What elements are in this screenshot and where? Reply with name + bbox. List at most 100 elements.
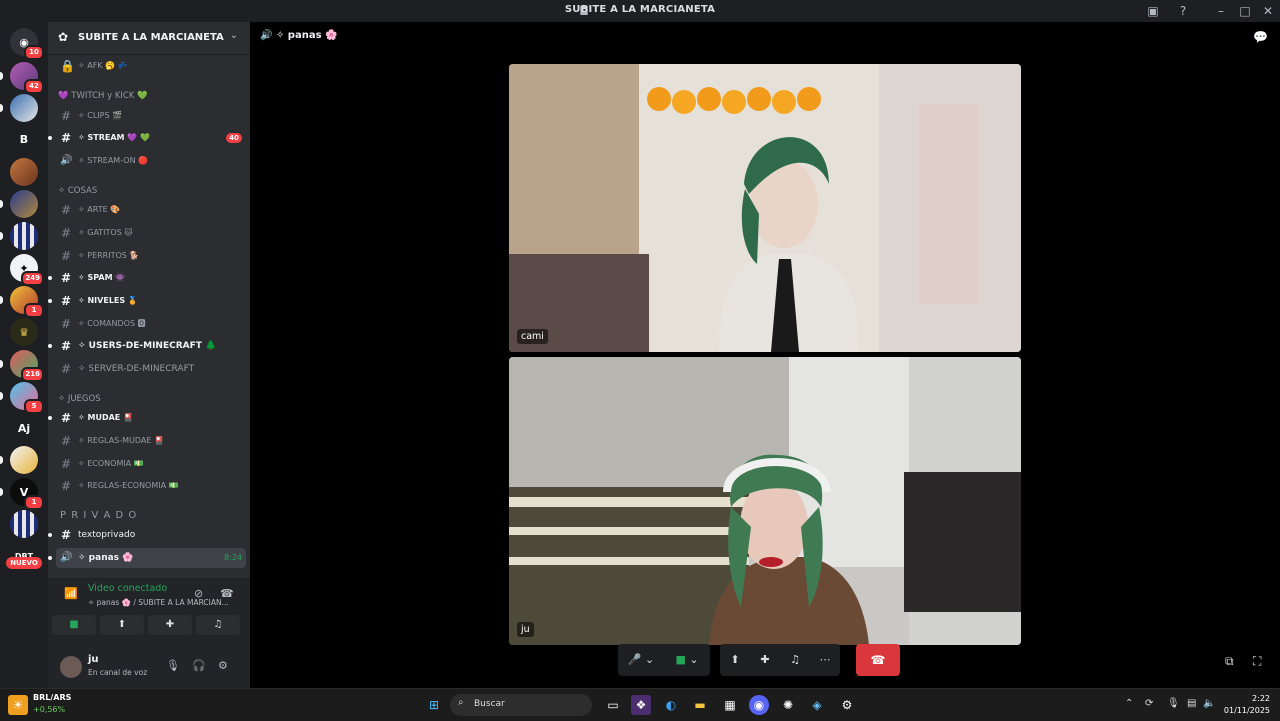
channel-label: ✧ NIVELES 🏅 <box>78 296 138 305</box>
server-rail: ◉ 10 42 B ✦ 249 1 ♛ 216 5 Aj V1 DBT <box>0 22 48 688</box>
channel-afk[interactable]: 🔒 ✧ AFK 🥱 💤 <box>56 56 246 76</box>
video-tile-cami[interactable]: cami <box>509 64 1021 352</box>
category-twitch[interactable]: 💜 TWITCH y KICK 💚 <box>58 91 148 101</box>
file-explorer-icon[interactable]: ▬ <box>690 695 710 715</box>
camera-toggle-button[interactable]: ■ ⌄ <box>664 644 710 676</box>
noise-suppression-icon[interactable]: ⊘ <box>194 587 203 600</box>
disconnect-icon[interactable]: ☎ <box>220 587 234 600</box>
server-header[interactable]: ✿ SUBITE A LA MARCIANETA ⌄ <box>48 22 250 55</box>
fullscreen-icon[interactable]: ⛶ <box>1253 654 1261 669</box>
server-icon[interactable]: ✦ 249 <box>10 254 44 286</box>
signal-icon[interactable]: 📶 <box>64 587 78 600</box>
channel-gatitos[interactable]: # ✧ GATITOS 🐱 <box>56 223 246 243</box>
channel-perritos[interactable]: # ✧ PERRITOS 🐕 <box>56 246 246 266</box>
unread-dot <box>48 344 52 348</box>
channel-spam[interactable]: # ✧ SPAM 👾 <box>48 268 246 288</box>
channel-reglas-mudae[interactable]: # ✧ REGLAS-MUDAE 🎴 <box>56 431 246 451</box>
close-button[interactable]: ✕ <box>1260 3 1276 19</box>
channel-economia[interactable]: # ✧ ECONOMIA 💵 <box>56 454 246 474</box>
unread-badge: 10 <box>24 45 44 60</box>
channel-label: ✧ REGLAS-ECONOMIA 💵 <box>78 481 179 490</box>
clock[interactable]: 2:22 01/11/2025 <box>1224 693 1270 717</box>
help-icon[interactable]: ? <box>1175 3 1191 19</box>
headphones-icon[interactable]: 🎧 <box>192 659 206 672</box>
channel-label: ✧ CLIPS 🎬 <box>78 111 123 120</box>
server-icon[interactable] <box>0 190 38 218</box>
channel-server-de-minecraft[interactable]: # ✧ SERVER-DE-MINECRAFT <box>56 359 246 379</box>
category-juegos[interactable]: ✧ JUEGOS <box>58 394 101 404</box>
soundboard-button[interactable]: ♫ <box>780 644 810 676</box>
start-icon[interactable]: ⊞ <box>424 695 444 715</box>
soundboard-button[interactable]: ♫ <box>196 615 240 635</box>
search-icon: ⌕ <box>458 697 464 708</box>
server-icon[interactable]: 1 <box>0 286 44 318</box>
maximize-button[interactable]: □ <box>1237 3 1253 19</box>
channel-stream-on[interactable]: 🔊 ✧ STREAM-ON 🔴 <box>56 151 246 171</box>
camera-button[interactable]: ■ <box>52 615 96 635</box>
unread-badge: 42 <box>24 79 44 94</box>
hash-icon: # <box>60 203 72 217</box>
server-icon[interactable]: 216 <box>0 350 44 382</box>
channel-niveles[interactable]: # ✧ NIVELES 🏅 <box>48 291 246 311</box>
server-icon[interactable] <box>0 222 38 250</box>
server-icon[interactable] <box>10 510 38 538</box>
call-timer: 8:24 <box>224 553 242 562</box>
screenshare-button[interactable]: ⬆ <box>720 644 750 676</box>
mute-button[interactable]: 🎤 ⌄ <box>618 644 664 676</box>
channel-panas[interactable]: 🔊 ✧ panas 🌸 8:24 <box>48 548 246 568</box>
microphone-icon[interactable]: 🎙 <box>1167 698 1180 709</box>
channel-users-de-minecraft[interactable]: # ✧ USERS-DE-MINECRAFT 🌲 <box>48 336 246 356</box>
chat-icon[interactable]: 💬 <box>1253 30 1268 44</box>
activities-button[interactable]: ✚ <box>148 615 192 635</box>
server-icon[interactable]: 42 <box>0 62 44 94</box>
inbox-icon[interactable]: ▣ <box>1145 3 1161 19</box>
channel-stream[interactable]: # ✧ STREAM 💜 💚 40 <box>48 128 246 148</box>
server-icon[interactable]: B <box>10 125 38 153</box>
server-icon[interactable] <box>0 94 38 122</box>
server-icon[interactable]: 5 <box>0 382 44 414</box>
direct-messages-button[interactable]: ◉ 10 <box>10 28 44 60</box>
hash-icon: # <box>60 249 72 263</box>
network-icon[interactable]: ▤ <box>1187 698 1196 709</box>
settings-icon[interactable]: ⚙ <box>218 659 228 672</box>
username: ju <box>88 654 99 665</box>
channel-label: ✧ STREAM 💜 💚 <box>78 133 150 142</box>
video-tile-ju[interactable]: ju <box>509 357 1021 645</box>
settings-icon[interactable]: ⚙ <box>837 695 857 715</box>
channel-arte[interactable]: # ✧ ARTE 🎨 <box>56 200 246 220</box>
pop-out-icon[interactable]: ⧉ <box>1225 654 1234 669</box>
hash-icon: # <box>60 528 72 542</box>
sync-icon[interactable]: ⟳ <box>1145 698 1153 709</box>
channel-mudae[interactable]: # ✧ MUDAE 🎴 <box>48 408 246 428</box>
minimize-button[interactable]: – <box>1213 3 1229 19</box>
activities-button[interactable]: ✚ <box>750 644 780 676</box>
hash-icon: # <box>60 339 72 353</box>
category-privado[interactable]: P R I V A D O <box>60 510 137 521</box>
server-icon[interactable]: V1 <box>0 478 44 510</box>
channel-label: ✧ ARTE 🎨 <box>78 205 121 214</box>
edge-icon[interactable]: ◐ <box>661 695 681 715</box>
screenshare-button[interactable]: ⬆ <box>100 615 144 635</box>
disconnect-button[interactable]: ☎ <box>856 644 900 676</box>
store-icon[interactable]: ▦ <box>720 695 740 715</box>
server-icon[interactable] <box>0 446 38 474</box>
search-box[interactable]: ⌕ Buscar <box>450 694 592 716</box>
volume-icon[interactable]: 🔈 <box>1203 698 1215 709</box>
server-icon[interactable]: ♛ <box>10 318 38 346</box>
channel-textoprivado[interactable]: # textoprivado <box>48 525 246 545</box>
channel-reglas-economia[interactable]: # ✧ REGLAS-ECONOMIA 💵 <box>56 476 246 496</box>
channel-clips[interactable]: # ✧ CLIPS 🎬 <box>56 106 246 126</box>
chevron-up-icon[interactable]: ⌃ <box>1125 698 1133 709</box>
discord-icon[interactable]: ◉ <box>749 695 769 715</box>
chatgpt-icon[interactable]: ✺ <box>778 695 798 715</box>
task-view-icon[interactable]: ▭ <box>603 695 623 715</box>
category-cosas[interactable]: ✧ COSAS <box>58 186 97 196</box>
copilot-icon[interactable]: ❖ <box>631 695 651 715</box>
server-icon[interactable] <box>10 158 38 186</box>
steam-icon[interactable]: ◈ <box>807 695 827 715</box>
more-options-button[interactable]: ⋯ <box>810 644 840 676</box>
microphone-icon[interactable]: 🎙 <box>166 659 180 672</box>
channel-comandos[interactable]: # ✧ COMANDOS 🅾 <box>56 314 246 334</box>
avatar[interactable] <box>60 656 82 678</box>
server-icon[interactable]: Aj <box>10 414 38 442</box>
